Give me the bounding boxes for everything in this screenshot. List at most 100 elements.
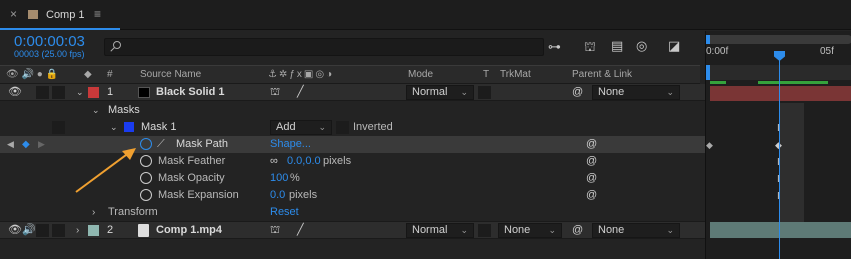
timeline-area[interactable]: 0:00f 05f ◆ ◆ I I I I: [705, 31, 851, 259]
mask-name[interactable]: Mask 1: [141, 119, 176, 136]
layer-index: 2: [107, 224, 114, 236]
column-t: T: [483, 69, 490, 80]
property-name: Mask Opacity: [158, 172, 225, 184]
label-column-icon: ◆: [84, 69, 92, 80]
tab-comp-1[interactable]: Comp 1: [46, 7, 85, 24]
layer-index: 1: [107, 86, 114, 98]
mask-opacity-unit: %: [290, 172, 300, 184]
masks-label: Masks: [108, 104, 140, 116]
frame-blending-icon[interactable]: ▤: [611, 37, 623, 54]
add-keyframe-icon[interactable]: ◆: [22, 136, 30, 153]
parent-dropdown[interactable]: None ⌄: [592, 223, 680, 238]
graph-editor-icon[interactable]: ◪: [668, 37, 680, 54]
mask-expansion-value[interactable]: 0.0: [270, 187, 285, 204]
label-color-swatch[interactable]: [88, 87, 99, 98]
frame-info: 00003 (25.00 fps): [14, 49, 85, 59]
pickwhip-icon[interactable]: @: [572, 84, 583, 101]
layer-column-header: 👁 🔊 ● 🔒 ◆ # Source Name ⚓✲ƒx▣◎◑ Mode T T…: [0, 65, 700, 84]
mask-expansion-unit: pixels: [289, 189, 318, 201]
panel-menu-icon[interactable]: ≡: [94, 6, 101, 23]
mask-color-swatch[interactable]: [124, 122, 134, 132]
inverted-label: Inverted: [353, 121, 393, 133]
layer-2-duration-bar[interactable]: [710, 222, 851, 238]
work-area-bar[interactable]: [758, 81, 828, 84]
pickwhip-icon[interactable]: @: [572, 222, 583, 239]
chevron-down-icon: ⌄: [460, 225, 468, 235]
chevron-down-icon: ⌄: [666, 87, 674, 97]
column-index: #: [107, 69, 113, 80]
panel-tab-bar: × Comp 1 ≡: [0, 0, 851, 30]
video-visibility-icon[interactable]: 👁: [8, 222, 22, 239]
chevron-down-icon: ⌄: [548, 225, 556, 235]
layer-row-2[interactable]: 👁 🔊 › 2 Comp 1.mp4 ⛫ ╱ Normal ⌄ None ⌄ @ N…: [0, 221, 705, 239]
mask-feather-unit: pixels: [323, 155, 352, 167]
motion-blur-icon[interactable]: ◎: [636, 37, 647, 54]
chevron-down-icon: ⌄: [666, 225, 674, 235]
transform-reset[interactable]: Reset: [270, 204, 299, 221]
quality-switch-icon[interactable]: ╱: [297, 84, 304, 101]
layer-name[interactable]: Comp 1.mp4: [156, 222, 222, 239]
next-keyframe-icon[interactable]: ▶: [38, 136, 45, 153]
layer-1-duration-bar[interactable]: [710, 86, 851, 101]
trkmat-dropdown[interactable]: None ⌄: [498, 223, 562, 238]
blend-mode-dropdown[interactable]: Normal ⌄: [406, 223, 474, 238]
chevron-down-icon: ⌄: [318, 122, 326, 132]
annotation-arrow: [75, 148, 136, 193]
timeline-toolbar: 0:00:00:03 00003 (25.00 fps) ⊶ ⛫ ▤ ◎ ◪: [0, 31, 700, 63]
property-name: Mask Feather: [158, 155, 226, 167]
pickwhip-icon[interactable]: @: [586, 187, 597, 204]
transform-group-row[interactable]: › Transform Reset: [0, 204, 705, 221]
mask-opacity-value[interactable]: 100: [270, 170, 288, 187]
pickwhip-icon[interactable]: @: [586, 153, 597, 170]
close-tab-icon[interactable]: ×: [10, 6, 17, 23]
column-parent-link[interactable]: Parent & Link: [572, 66, 632, 83]
column-mode[interactable]: Mode: [408, 66, 433, 83]
ruler-mark-label: 05f: [820, 46, 834, 57]
quality-switch-icon[interactable]: ╱: [297, 222, 304, 239]
video-file-icon: [138, 224, 149, 237]
mask-feather-value[interactable]: 0.0,0.0: [287, 153, 321, 170]
comp-mini-flowchart-icon[interactable]: ⊶: [548, 38, 561, 55]
prev-keyframe-icon[interactable]: ◀: [7, 136, 14, 153]
pickwhip-icon[interactable]: @: [586, 170, 597, 187]
chevron-down-icon[interactable]: ⌄: [92, 102, 100, 119]
layer-name[interactable]: Black Solid 1: [156, 84, 224, 101]
property-name: Mask Path: [176, 138, 228, 150]
chevron-down-icon[interactable]: ⌄: [76, 84, 84, 101]
parent-dropdown[interactable]: None ⌄: [592, 85, 680, 100]
keyframe-icon[interactable]: ◆: [706, 137, 713, 154]
active-tab-indicator: [0, 28, 120, 30]
chevron-down-icon[interactable]: ⌄: [110, 119, 118, 136]
draft-3d-icon[interactable]: ⛫: [584, 38, 596, 55]
pickwhip-icon[interactable]: @: [586, 136, 597, 153]
inverted-checkbox[interactable]: [336, 121, 349, 134]
masks-group-row[interactable]: ⌄ Masks: [0, 102, 705, 119]
column-trkmat[interactable]: TrkMat: [500, 66, 531, 83]
label-color-swatch[interactable]: [88, 225, 99, 236]
constrain-proportions-icon[interactable]: ∞: [270, 153, 278, 170]
column-source-name[interactable]: Source Name: [140, 66, 201, 83]
audio-icon[interactable]: 🔊: [22, 222, 36, 239]
shy-switch-icon[interactable]: ⛫: [270, 222, 280, 239]
shy-switch-icon[interactable]: ⛫: [270, 84, 280, 101]
mask-path-value[interactable]: Shape...: [270, 136, 311, 153]
av-switches-icons: 👁 🔊 ● 🔒: [6, 69, 58, 80]
playhead-handle[interactable]: [774, 51, 785, 61]
composition-icon: [28, 10, 38, 19]
solid-thumbnail: [138, 87, 150, 98]
switches-column-icons: ⚓✲ƒx▣◎◑: [268, 69, 335, 80]
graph-icon: ⟋: [157, 138, 165, 150]
transform-label: Transform: [108, 206, 158, 218]
playhead-line: [779, 53, 780, 259]
chevron-right-icon[interactable]: ›: [76, 222, 79, 239]
layer-row-1[interactable]: 👁 ⌄ 1 Black Solid 1 ⛫ ╱ Normal ⌄ @ None ⌄: [0, 84, 705, 101]
chevron-down-icon: ⌄: [460, 87, 468, 97]
property-name: Mask Expansion: [158, 189, 239, 201]
mask-1-row[interactable]: ⌄ Mask 1 Add ⌄ Inverted: [0, 119, 705, 136]
search-input[interactable]: [104, 38, 544, 56]
video-visibility-icon[interactable]: 👁: [8, 84, 22, 101]
blend-mode-dropdown[interactable]: Normal ⌄: [406, 85, 474, 100]
chevron-right-icon[interactable]: ›: [92, 204, 95, 221]
time-ruler[interactable]: [710, 65, 851, 80]
mask-mode-dropdown[interactable]: Add ⌄: [270, 120, 332, 135]
